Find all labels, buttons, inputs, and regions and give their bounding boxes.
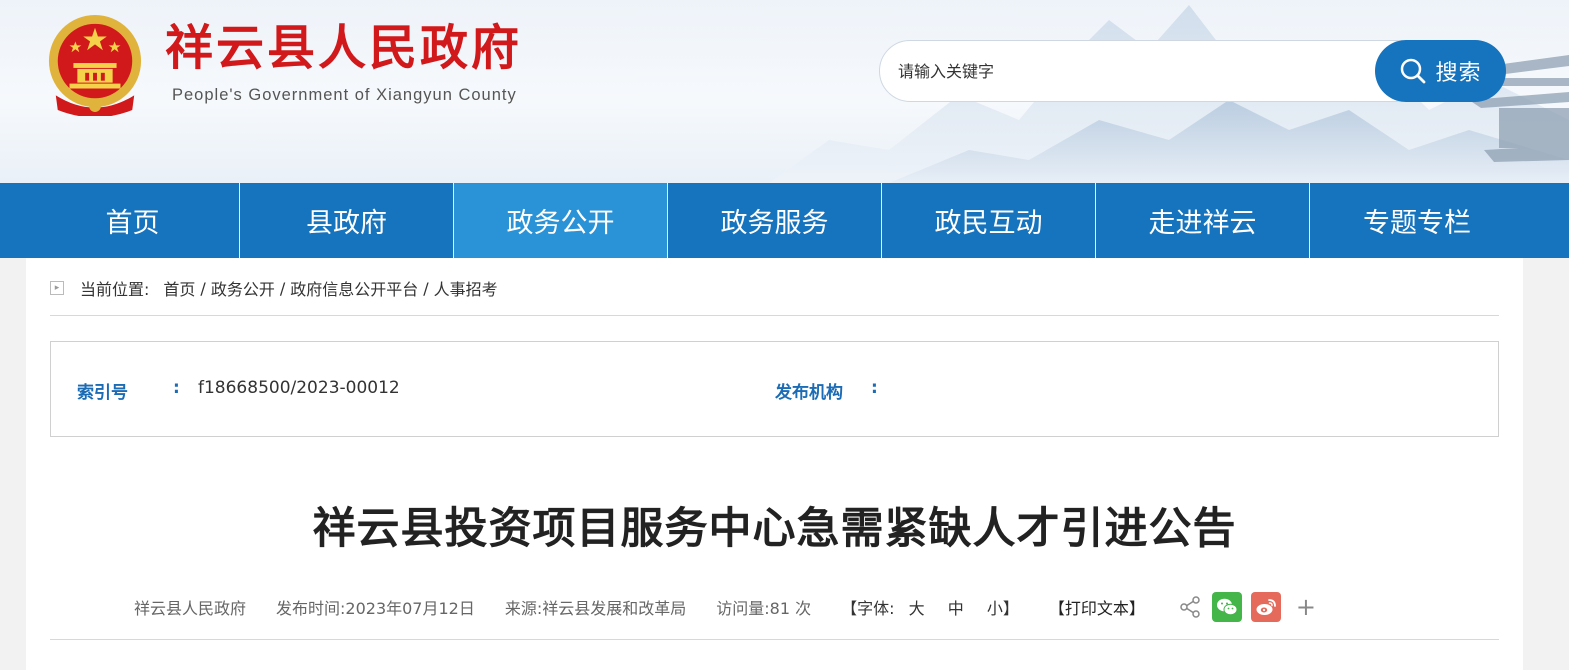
nav-item-government-services[interactable]: 政务服务 xyxy=(668,183,882,258)
index-number-label: 索引号 xyxy=(77,383,128,403)
national-emblem-icon xyxy=(48,15,142,116)
font-size-control: 【字体: 大 中 小】 xyxy=(841,595,1019,619)
breadcrumb-separator: / xyxy=(200,278,206,298)
breadcrumb-link-government-affairs[interactable]: 政务公开 xyxy=(211,276,275,300)
font-size-large-button[interactable]: 大 xyxy=(909,599,925,618)
search-icon xyxy=(1401,58,1426,84)
font-size-small-button[interactable]: 小】 xyxy=(987,599,1019,618)
view-count: 访问量:81 次 xyxy=(716,599,812,618)
index-number-colon: : xyxy=(173,378,180,398)
share-icon[interactable] xyxy=(1177,594,1203,620)
nav-item-home[interactable]: 首页 xyxy=(26,183,240,258)
main-nav: 首页 县政府 政务公开 政务服务 政民互动 走进祥云 专题专栏 xyxy=(0,183,1569,258)
font-size-medium-button[interactable]: 中 xyxy=(948,599,964,618)
publish-time: 发布时间:2023年07月12日 xyxy=(276,599,475,618)
breadcrumb-link-personnel-recruitment[interactable]: 人事招考 xyxy=(434,276,498,300)
nav-item-public-interaction[interactable]: 政民互动 xyxy=(882,183,1096,258)
site-title: 祥云县人民政府 xyxy=(165,20,523,76)
weibo-icon xyxy=(1256,599,1276,615)
site-subtitle: People's Government of Xiangyun County xyxy=(172,86,517,104)
nav-item-about-xiangyun[interactable]: 走进祥云 xyxy=(1096,183,1310,258)
search-button-label: 搜索 xyxy=(1435,61,1482,86)
breadcrumb-link-info-platform[interactable]: 政府信息公开平台 xyxy=(290,276,418,300)
site-header: 祥云县人民政府 People's Government of Xiangyun … xyxy=(0,0,1569,183)
article-source: 来源:祥云县发展和改革局 xyxy=(504,599,687,618)
breadcrumb-arrow-icon: ▸ xyxy=(50,281,64,295)
plus-icon[interactable]: + xyxy=(1296,595,1316,619)
content-panel: ▸ 当前位置: 首页 / 政务公开 / 政府信息公开平台 / 人事招考 索引号 … xyxy=(26,258,1523,670)
breadcrumb-label: 当前位置: xyxy=(80,280,150,299)
publisher-colon: : xyxy=(871,378,878,398)
document-info-box: 索引号 : f18668500/2023-00012 发布机构 : xyxy=(50,341,1499,437)
publisher-label: 发布机构 xyxy=(775,383,843,403)
search-button[interactable]: 搜索 xyxy=(1375,40,1506,102)
font-size-label: 【字体: xyxy=(841,599,895,618)
breadcrumb-separator: / xyxy=(423,278,429,298)
share-weibo-button[interactable] xyxy=(1250,592,1281,622)
index-number-value: f18668500/2023-00012 xyxy=(198,378,400,398)
search-input[interactable] xyxy=(898,41,1368,101)
share-bar: + xyxy=(1177,592,1316,622)
article-author: 祥云县人民政府 xyxy=(134,599,247,618)
search-box: 搜索 xyxy=(879,40,1506,102)
breadcrumb: ▸ 当前位置: 首页 / 政务公开 / 政府信息公开平台 / 人事招考 xyxy=(50,274,498,302)
article-meta: 祥云县人民政府 发布时间:2023年07月12日 来源:祥云县发展和改革局 访问… xyxy=(134,592,1316,622)
breadcrumb-divider xyxy=(50,315,1499,316)
breadcrumb-separator: / xyxy=(279,278,286,298)
article-title: 祥云县投资项目服务中心急需紧缺人才引进公告 xyxy=(312,504,1237,554)
meta-divider xyxy=(50,639,1499,640)
print-text-link[interactable]: 【打印文本】 xyxy=(1049,595,1145,619)
breadcrumb-link-home[interactable]: 首页 xyxy=(163,276,195,300)
nav-item-government-affairs-disclosure[interactable]: 政务公开 xyxy=(454,183,668,258)
nav-item-special-topics[interactable]: 专题专栏 xyxy=(1310,183,1524,258)
nav-item-county-government[interactable]: 县政府 xyxy=(240,183,454,258)
wechat-icon xyxy=(1216,598,1238,616)
share-wechat-button[interactable] xyxy=(1211,592,1242,622)
